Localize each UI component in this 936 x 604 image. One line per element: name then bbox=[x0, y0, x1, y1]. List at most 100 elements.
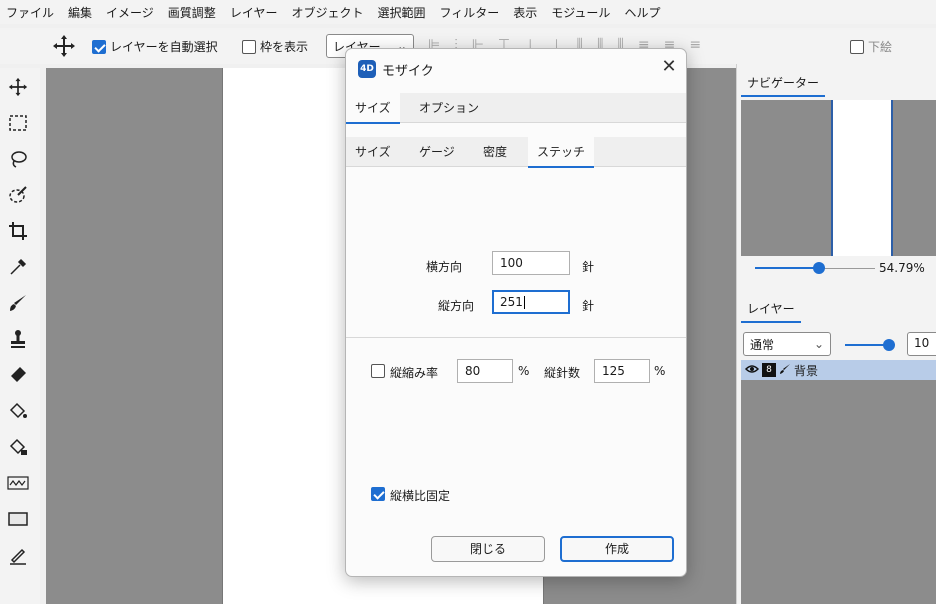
chevron-down-icon: ⌄ bbox=[813, 337, 824, 351]
aspect-checkbox[interactable] bbox=[371, 487, 385, 501]
horizontal-label: 横方向 bbox=[426, 260, 463, 274]
divider bbox=[346, 337, 686, 338]
show-frame-checkbox[interactable] bbox=[242, 39, 256, 54]
menu-module[interactable]: モジュール bbox=[551, 4, 610, 21]
move-tool[interactable] bbox=[4, 74, 32, 100]
tab-layers[interactable]: レイヤー bbox=[741, 296, 801, 323]
vstitch-value: 125 bbox=[602, 364, 625, 378]
zoom-slider-knob[interactable] bbox=[813, 262, 825, 274]
menu-object[interactable]: オブジェクト bbox=[291, 4, 363, 21]
opacity-slider-fill bbox=[845, 344, 885, 346]
paint-bucket-tool[interactable] bbox=[4, 398, 32, 424]
close-icon[interactable]: ✕ bbox=[658, 56, 680, 78]
auto-select-checkbox[interactable] bbox=[92, 39, 106, 54]
close-button[interactable]: 閉じる bbox=[431, 536, 545, 562]
underlay-label: 下絵 bbox=[868, 40, 893, 54]
app-icon: 4D bbox=[358, 60, 376, 78]
horizontal-value: 100 bbox=[500, 256, 523, 270]
tab-navigator[interactable]: ナビゲーター bbox=[741, 70, 826, 97]
vstitch-label: 縦針数 bbox=[544, 366, 581, 380]
tab-options[interactable]: オプション bbox=[410, 93, 488, 123]
move-icon[interactable] bbox=[52, 34, 76, 58]
blend-mode-select[interactable]: 通常 ⌄ bbox=[743, 332, 831, 356]
layer-badge: 8 bbox=[762, 363, 776, 377]
eraser-tool[interactable] bbox=[4, 362, 32, 388]
dialog-title: モザイク bbox=[382, 64, 434, 79]
vstitch-unit: % bbox=[654, 364, 666, 378]
menu-layer[interactable]: レイヤー bbox=[230, 4, 278, 21]
menu-adjust[interactable]: 画質調整 bbox=[168, 4, 216, 21]
vstitch-field[interactable]: 125 bbox=[594, 359, 650, 383]
magic-wand-icon bbox=[9, 186, 27, 203]
right-panel: ナビゲーター 54.79% レイヤー 通常 ⌄ 10 8 背景 bbox=[736, 64, 936, 604]
wave-icon bbox=[7, 476, 29, 490]
layer-row[interactable]: 8 背景 bbox=[741, 360, 936, 380]
brush-tool[interactable] bbox=[4, 290, 32, 316]
subtab-stitch[interactable]: ステッチ bbox=[528, 137, 595, 168]
underlay-checkbox[interactable] bbox=[850, 39, 864, 54]
navigator-preview[interactable] bbox=[741, 100, 936, 256]
lasso-icon bbox=[11, 151, 27, 168]
gradient-bucket-icon bbox=[9, 438, 27, 455]
underlay-option[interactable]: 下絵 bbox=[850, 38, 892, 55]
create-button[interactable]: 作成 bbox=[560, 536, 674, 562]
vertical-field[interactable]: 251 bbox=[492, 290, 570, 314]
show-frame-label: 枠を表示 bbox=[260, 40, 309, 54]
auto-select-option[interactable]: レイヤーを自動選択 bbox=[92, 38, 218, 55]
paint-bucket-icon bbox=[9, 402, 27, 419]
wave-tool[interactable] bbox=[4, 470, 32, 496]
menu-filter[interactable]: フィルター bbox=[439, 4, 499, 21]
vertical-unit: 針 bbox=[582, 299, 595, 313]
shrink-value: 80 bbox=[465, 364, 481, 378]
vertical-value: 251 bbox=[500, 295, 523, 309]
marquee-tool[interactable] bbox=[4, 110, 32, 136]
shrink-label: 縦縮み率 bbox=[390, 366, 439, 380]
tool-palette bbox=[0, 68, 40, 604]
rectangle-icon bbox=[8, 512, 28, 526]
stack-bottom-icon[interactable]: ≡ bbox=[689, 37, 701, 53]
shrink-checkbox[interactable] bbox=[371, 364, 385, 378]
subtab-gauge[interactable]: ゲージ bbox=[410, 137, 464, 167]
menu-help[interactable]: ヘルプ bbox=[624, 4, 660, 21]
gradient-bucket-tool[interactable] bbox=[4, 434, 32, 460]
navigator-document bbox=[831, 100, 893, 256]
eraser-icon bbox=[11, 367, 26, 382]
horizontal-unit: 針 bbox=[582, 260, 595, 274]
opacity-value: 10 bbox=[914, 336, 930, 350]
subtab-size[interactable]: サイズ bbox=[346, 137, 400, 167]
menu-bar: ファイル 編集 イメージ 画質調整 レイヤー オブジェクト 選択範囲 フィルター… bbox=[0, 0, 936, 24]
eyedropper-tool[interactable] bbox=[4, 254, 32, 280]
crop-tool[interactable] bbox=[4, 218, 32, 244]
blend-mode-value: 通常 bbox=[750, 338, 775, 352]
sub-tabs: サイズ ゲージ 密度 ステッチ bbox=[346, 137, 686, 168]
menu-view[interactable]: 表示 bbox=[513, 4, 537, 21]
pen-tool[interactable] bbox=[4, 542, 32, 568]
opacity-slider-knob[interactable] bbox=[883, 339, 895, 351]
move-icon bbox=[8, 77, 28, 97]
show-frame-option[interactable]: 枠を表示 bbox=[242, 38, 308, 55]
tab-size[interactable]: サイズ bbox=[346, 93, 400, 124]
eye-icon[interactable] bbox=[744, 363, 760, 378]
mosaic-dialog: 4D モザイク ✕ サイズ オプション サイズ ゲージ 密度 ステッチ 横方向 … bbox=[345, 48, 687, 577]
menu-image[interactable]: イメージ bbox=[106, 4, 154, 21]
opacity-field[interactable]: 10 bbox=[907, 332, 936, 356]
zoom-slider-fill bbox=[755, 267, 819, 269]
menu-edit[interactable]: 編集 bbox=[68, 4, 92, 21]
rectangle-tool[interactable] bbox=[4, 506, 32, 532]
vertical-label: 縦方向 bbox=[438, 299, 475, 313]
stamp-tool[interactable] bbox=[4, 326, 32, 352]
lasso-tool[interactable] bbox=[4, 146, 32, 172]
menu-file[interactable]: ファイル bbox=[6, 4, 54, 21]
main-tabs: サイズ オプション bbox=[346, 93, 686, 124]
magic-wand-tool[interactable] bbox=[4, 182, 32, 208]
auto-select-label: レイヤーを自動選択 bbox=[110, 40, 218, 54]
layers-list: 8 背景 bbox=[741, 360, 936, 604]
layer-name: 背景 bbox=[794, 363, 819, 378]
stamp-icon bbox=[11, 330, 25, 348]
shrink-field[interactable]: 80 bbox=[457, 359, 513, 383]
horizontal-field[interactable]: 100 bbox=[492, 251, 570, 275]
aspect-label: 縦横比固定 bbox=[390, 489, 451, 503]
menu-select[interactable]: 選択範囲 bbox=[377, 4, 425, 21]
shrink-unit: % bbox=[518, 364, 530, 378]
subtab-density[interactable]: 密度 bbox=[474, 137, 516, 167]
